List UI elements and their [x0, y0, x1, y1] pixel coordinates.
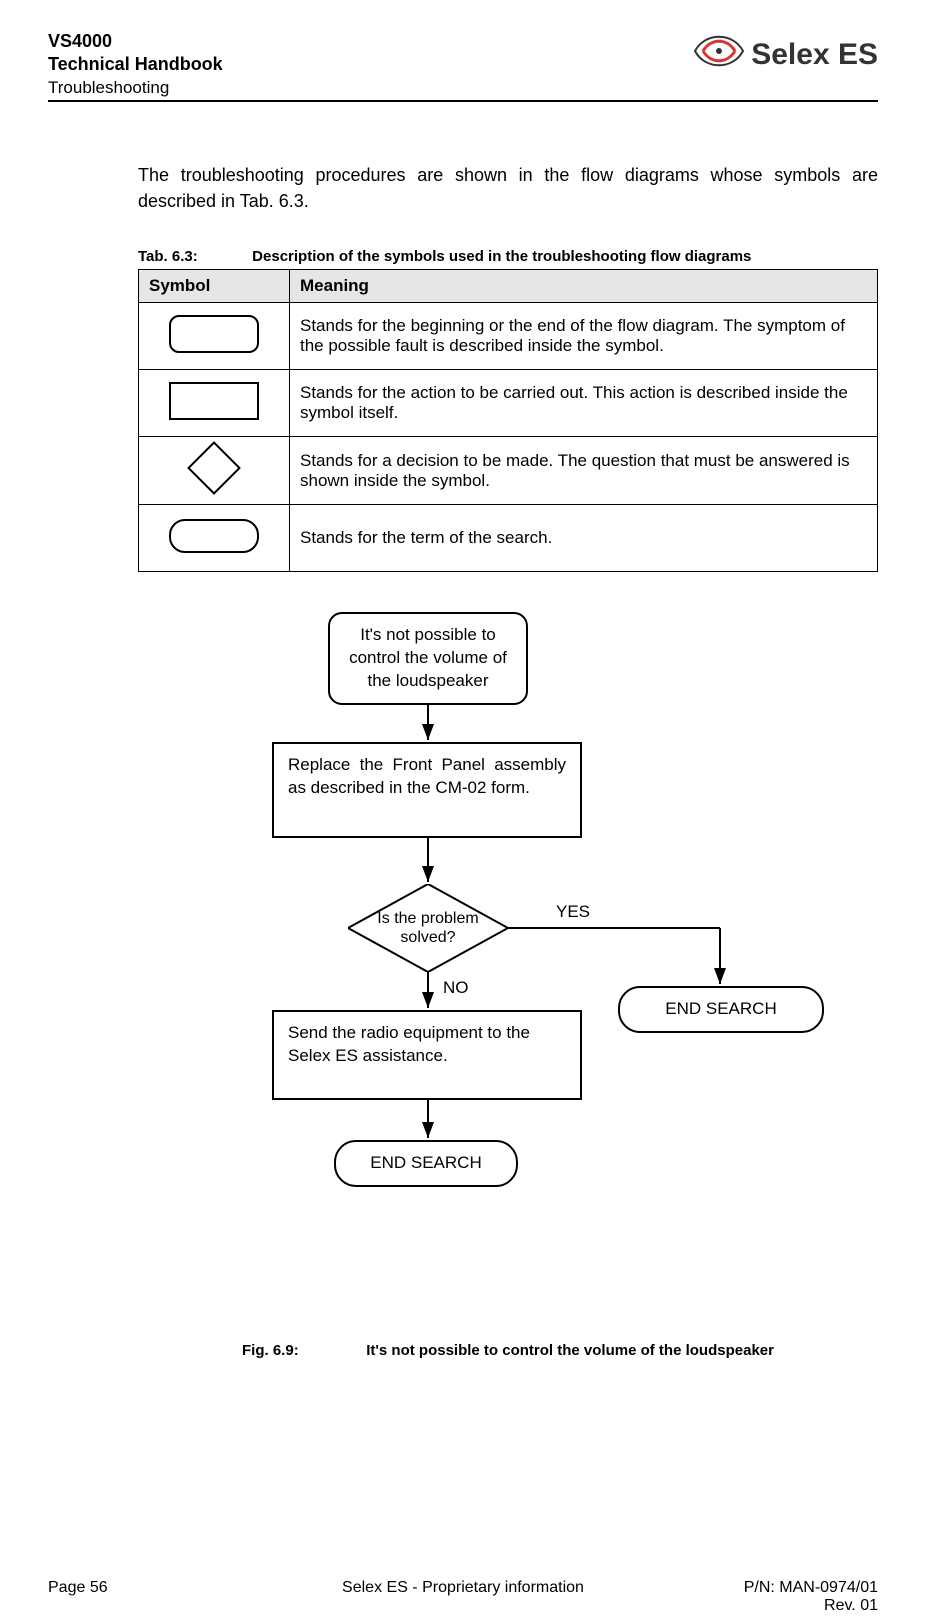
logo-text: Selex ES: [751, 38, 878, 72]
footer-part-number: P/N: MAN-0974/01: [604, 1579, 878, 1597]
doc-section: Troubleshooting: [48, 77, 223, 98]
flow-start-node: It's not possible to control the volume …: [328, 612, 528, 705]
table-row: Stands for a decision to be made. The qu…: [139, 437, 878, 505]
flowchart: It's not possible to control the volume …: [48, 612, 878, 1292]
col-symbol: Symbol: [139, 270, 290, 303]
logo-mark-icon: [693, 30, 745, 80]
flow-label-no: NO: [443, 978, 469, 998]
table-row: Stands for the beginning or the end of t…: [139, 303, 878, 370]
table-row: Stands for the action to be carried out.…: [139, 370, 878, 437]
header-left-block: VS4000 Technical Handbook Troubleshootin…: [48, 30, 223, 98]
footer-right: P/N: MAN-0974/01 Rev. 01: [604, 1579, 878, 1615]
doc-code: VS4000: [48, 30, 223, 53]
flow-end-no: END SEARCH: [334, 1140, 518, 1187]
table-number: Tab. 6.3:: [138, 248, 248, 265]
footer-page-number: Page 56: [48, 1579, 322, 1615]
meaning-cell: Stands for the term of the search.: [290, 505, 878, 572]
meaning-cell: Stands for the beginning or the end of t…: [290, 303, 878, 370]
intro-paragraph: The troubleshooting procedures are shown…: [138, 162, 878, 214]
figure-caption: Fig. 6.9: It's not possible to control t…: [48, 1342, 878, 1359]
table-caption-text: Description of the symbols used in the t…: [252, 248, 751, 265]
flow-label-yes: YES: [556, 902, 590, 922]
doc-title: Technical Handbook: [48, 53, 223, 76]
process-symbol-icon: [169, 382, 259, 420]
company-logo: Selex ES: [693, 30, 878, 80]
flow-action-replace-panel: Replace the Front Panel assembly as desc…: [272, 742, 582, 838]
page-header: VS4000 Technical Handbook Troubleshootin…: [48, 30, 878, 102]
page-footer: Page 56 Selex ES - Proprietary informati…: [48, 1579, 878, 1615]
flow-end-yes: END SEARCH: [618, 986, 824, 1033]
footer-proprietary: Selex ES - Proprietary information: [326, 1579, 600, 1615]
terminator-symbol-icon: [169, 315, 259, 353]
flow-decision-node: Is the problem solved?: [348, 884, 508, 972]
flow-decision-text: Is the problem solved?: [348, 884, 508, 972]
footer-revision: Rev. 01: [604, 1597, 878, 1615]
decision-symbol-icon: [187, 442, 241, 496]
col-meaning: Meaning: [290, 270, 878, 303]
symbol-table: Symbol Meaning Stands for the beginning …: [138, 269, 878, 572]
meaning-cell: Stands for a decision to be made. The qu…: [290, 437, 878, 505]
figure-caption-text: It's not possible to control the volume …: [366, 1342, 774, 1359]
flow-action-send-assistance: Send the radio equipment to the Selex ES…: [272, 1010, 582, 1100]
meaning-cell: Stands for the action to be carried out.…: [290, 370, 878, 437]
figure-number: Fig. 6.9:: [242, 1342, 362, 1359]
table-row: Stands for the term of the search.: [139, 505, 878, 572]
end-symbol-icon: [169, 519, 259, 553]
table-header-row: Symbol Meaning: [139, 270, 878, 303]
table-caption: Tab. 6.3: Description of the symbols use…: [138, 248, 878, 265]
